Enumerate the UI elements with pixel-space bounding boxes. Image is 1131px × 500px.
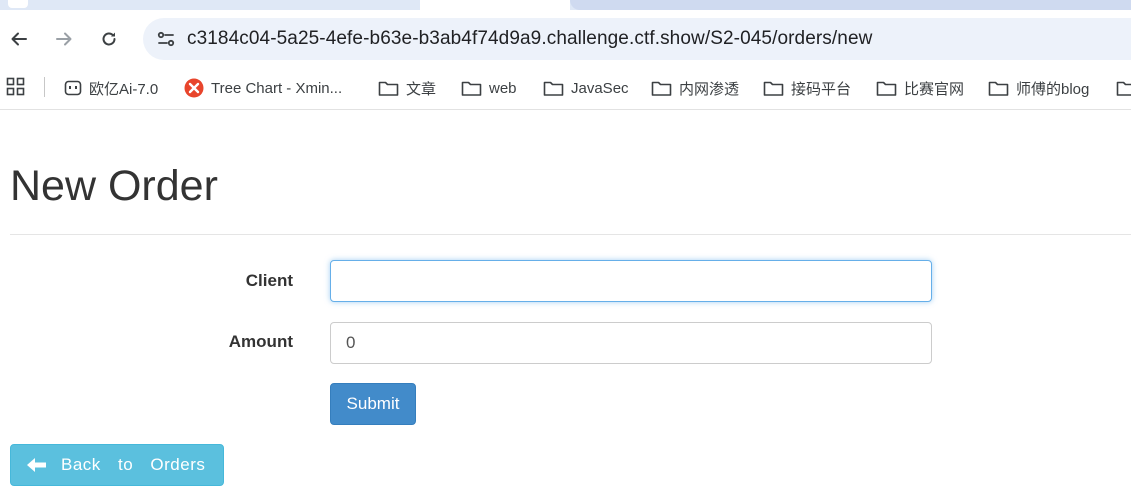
url-text[interactable]: c3184c04-5a25-4efe-b63e-b3ab4f74d9a9.cha… xyxy=(187,28,872,50)
client-input[interactable] xyxy=(330,260,932,302)
reload-icon[interactable] xyxy=(94,24,124,54)
bookmark-label: 内网渗透 xyxy=(679,80,740,98)
bookmark-item[interactable]: Tree Chart - Xmin... xyxy=(184,76,342,100)
bookmark-label: 接码平台 xyxy=(791,80,852,98)
bookmark-overflow[interactable] xyxy=(1116,76,1131,100)
bookmark-label: 欧亿Ai-7.0 xyxy=(89,80,159,98)
bookmark-item[interactable]: 师傅的blog xyxy=(988,76,1089,100)
title-divider xyxy=(10,234,1131,235)
bookmark-item[interactable]: 比赛官网 xyxy=(876,76,964,100)
client-label: Client xyxy=(245,271,293,290)
folder-icon xyxy=(763,81,784,96)
bookmark-item[interactable]: 欧亿Ai-7.0 xyxy=(64,76,158,100)
amount-label: Amount xyxy=(228,332,293,351)
bookmark-item[interactable]: 文章 xyxy=(378,76,436,100)
forward-arrow-icon[interactable] xyxy=(49,24,79,54)
bookmark-item[interactable]: JavaSec xyxy=(543,76,629,100)
folder-icon xyxy=(651,81,672,96)
back-to-orders-button[interactable]: Back to Orders xyxy=(10,444,224,486)
bookmark-label: 师傅的blog xyxy=(1016,80,1090,98)
bookmarks-divider xyxy=(44,77,45,97)
address-bar[interactable]: c3184c04-5a25-4efe-b63e-b3ab4f74d9a9.cha… xyxy=(143,18,1131,60)
bookmark-item[interactable]: 接码平台 xyxy=(763,76,851,100)
bookmark-item[interactable]: 内网渗透 xyxy=(651,76,739,100)
bot-icon xyxy=(64,80,82,96)
folder-icon xyxy=(461,81,482,96)
amount-input[interactable] xyxy=(330,322,932,364)
bookmark-label: Tree Chart - Xmin... xyxy=(211,79,343,97)
back-arrow-icon[interactable] xyxy=(4,24,34,54)
browser-toolbar: c3184c04-5a25-4efe-b63e-b3ab4f74d9a9.cha… xyxy=(0,10,1131,68)
page-title: New Order xyxy=(10,162,218,210)
tab-strip xyxy=(0,0,1131,10)
bookmark-label: 文章 xyxy=(406,80,437,98)
site-settings-icon[interactable] xyxy=(151,24,181,54)
folder-icon xyxy=(988,81,1009,96)
bookmark-label: JavaSec xyxy=(571,79,629,97)
inactive-tab[interactable] xyxy=(570,0,1131,10)
inactive-tab[interactable] xyxy=(0,0,420,10)
tab-favicon-icon xyxy=(8,0,28,8)
arrow-left-icon xyxy=(27,458,46,472)
bookmark-item[interactable]: web xyxy=(461,76,517,100)
back-button-label: Back to Orders xyxy=(61,455,206,474)
active-tab[interactable] xyxy=(420,0,570,10)
xmind-icon xyxy=(184,78,204,98)
bookmarks-bar: 欧亿Ai-7.0 Tree Chart - Xmin... 文章 web Jav… xyxy=(0,68,1131,110)
folder-icon xyxy=(1116,81,1131,96)
bookmark-label: 比赛官网 xyxy=(904,80,965,98)
folder-icon xyxy=(543,81,564,96)
apps-grid-icon[interactable] xyxy=(6,77,26,97)
folder-icon xyxy=(876,81,897,96)
folder-icon xyxy=(378,81,399,96)
bookmark-label: web xyxy=(489,79,517,97)
submit-button[interactable]: Submit xyxy=(330,383,416,425)
